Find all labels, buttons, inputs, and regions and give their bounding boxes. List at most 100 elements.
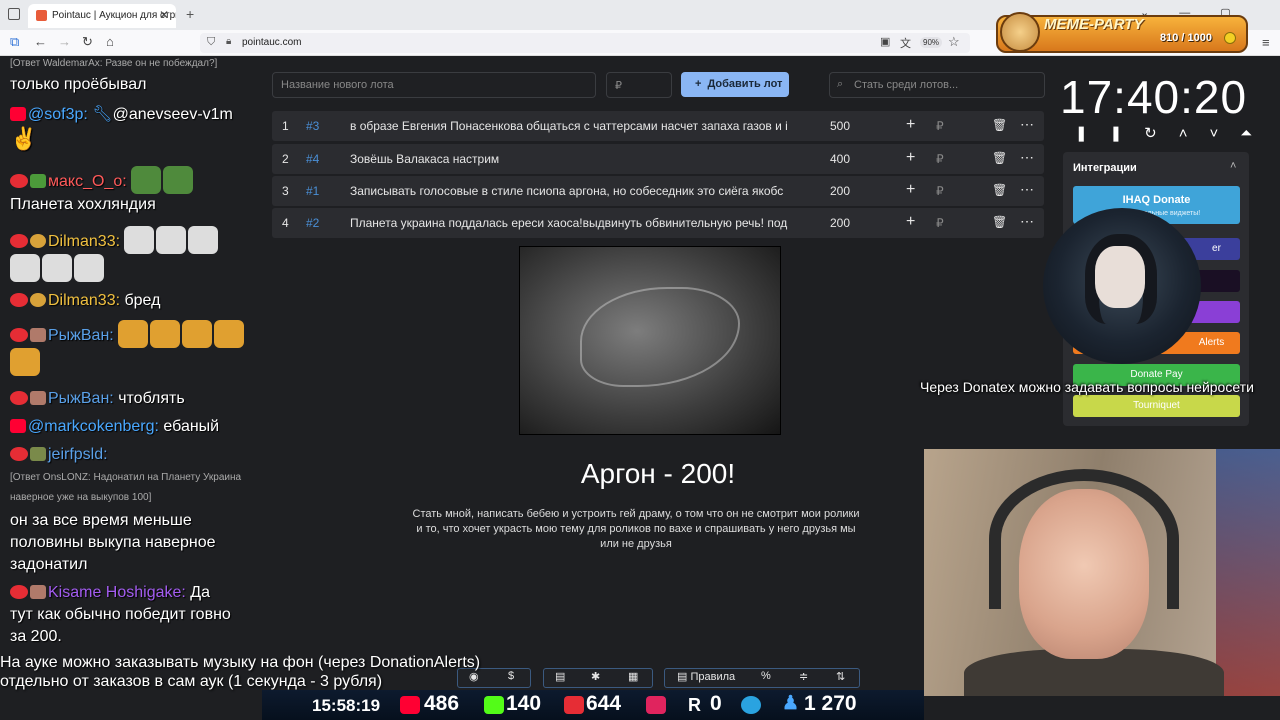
tiger-emote (150, 320, 181, 348)
chat-message: @sof3p: 🔧︎@anevseev-v1m (10, 104, 233, 124)
chat-username: Dilman33: (48, 292, 121, 309)
add-lot-button[interactable]: + Добавить лот (681, 72, 789, 97)
timer-controls[interactable]: ❚❚↻˄˅⏶ (1075, 124, 1274, 142)
lot-amount[interactable]: 500 (830, 119, 850, 133)
search-input[interactable]: ⌕ Стать среди лотов... (829, 72, 1045, 98)
webcam-feed (924, 449, 1280, 696)
dollar-icon[interactable]: $ (508, 670, 514, 682)
pepe-emote (163, 166, 194, 194)
more-icon[interactable]: ⋯ (1020, 149, 1034, 166)
music-notice-line: На ауке можно заказывать музыку на фон (… (0, 654, 481, 671)
vk-live-icon (564, 696, 584, 714)
trash-icon[interactable]: 🗑︎ (992, 151, 1007, 165)
split-icon[interactable]: ≑ (799, 670, 808, 683)
lot-amount[interactable]: 400 (830, 152, 850, 166)
trash-icon[interactable]: 🗑︎ (992, 118, 1007, 132)
more-icon[interactable]: ⋯ (1020, 181, 1034, 198)
lot-name[interactable]: Записывать голосовые в стиле псиопа арго… (350, 184, 802, 198)
youtube-icon (400, 696, 420, 714)
add-amount-icon[interactable]: + (906, 213, 915, 231)
face-emote (156, 226, 187, 254)
wrench-icon: 🔧︎ (92, 106, 113, 123)
more-icon[interactable]: ⋯ (1020, 213, 1034, 230)
tiger-emote (214, 320, 245, 348)
lot-row[interactable]: 4 #2 Планета украина поддалась ереси хао… (272, 208, 1044, 238)
tourniquet-button[interactable]: Tourniquet (1073, 395, 1240, 417)
add-amount-icon[interactable]: + (906, 116, 915, 134)
url-field[interactable]: pointauc.com (200, 33, 970, 53)
lot-amount-input[interactable]: ₽ (606, 72, 672, 98)
reload-icon[interactable]: ↻ (82, 34, 93, 50)
chat-message: Dilman33: (10, 226, 220, 254)
add-lot-label: Добавить лот (707, 78, 783, 90)
rules-button[interactable]: ▤ Правила (677, 670, 735, 683)
auction-timer: 17:40:20 (1060, 71, 1248, 123)
save-icon[interactable]: ▤ (555, 670, 565, 683)
lot-name[interactable]: Планета украина поддалась ереси хаоса!вы… (350, 216, 802, 230)
lot-amount[interactable]: 200 (830, 216, 850, 230)
live-badge-icon (10, 391, 28, 405)
lot-row[interactable]: 3 #1 Записывать голосовые в стиле псиопа… (272, 176, 1044, 206)
add-amount-icon[interactable]: + (906, 149, 915, 167)
face-emote (10, 254, 40, 282)
chat-text: чтоблять (118, 390, 185, 407)
shield-icon[interactable]: ⛉ (207, 36, 215, 49)
forward-icon[interactable]: → (58, 34, 71, 49)
lot-row[interactable]: 1 #3 в образе Евгения Понасенкова общать… (272, 111, 1044, 141)
lot-id: #3 (306, 119, 320, 133)
reader-icon[interactable]: ▣ (880, 35, 890, 48)
bug-icon[interactable]: ✱ (591, 670, 600, 683)
new-lot-input[interactable]: Название нового лота (272, 72, 596, 98)
menu-icon[interactable]: ≡ (1262, 35, 1270, 50)
chat-text: @anevseev-v1m (112, 106, 233, 123)
bookmark-star-icon[interactable]: ☆ (948, 34, 960, 50)
youtube-badge-icon (10, 419, 26, 433)
chat-username: Kisame Hoshigake: (48, 584, 186, 601)
trash-icon[interactable]: 🗑︎ (992, 215, 1007, 229)
currency-icon: ₽ (936, 184, 944, 198)
search-icon: ⌕ (837, 78, 844, 90)
lot-amount[interactable]: 200 (830, 184, 850, 198)
winner-description: Стать мной, написать бебею и устроить ге… (412, 508, 860, 550)
live-badge-icon (10, 585, 28, 599)
double-chevron-up-icon[interactable]: ⏶ (1240, 125, 1274, 142)
live-badge-icon (10, 328, 28, 342)
home-icon[interactable]: ⌂ (106, 34, 114, 49)
winner-video[interactable] (519, 246, 781, 435)
lot-id: #1 (306, 184, 320, 198)
browser-tab[interactable]: Pointauc | Аукцион для стриме ✕ (28, 4, 176, 28)
lock-icon: 🔒︎ (226, 36, 232, 47)
chat-reply: наверное уже на выкупов 100] (10, 492, 152, 503)
chat-message: половины выкупа наверное (10, 534, 216, 551)
chat-message: РыжВан: чтоблять (10, 390, 185, 408)
clear-icon[interactable]: ▦ (628, 670, 638, 683)
percent-icon[interactable]: % (761, 670, 771, 682)
tiger-emote (10, 348, 40, 376)
new-tab-icon[interactable]: + (186, 6, 194, 22)
tab-list-icon[interactable] (8, 8, 20, 20)
translate-icon[interactable]: 文 (900, 35, 911, 51)
chevron-down-icon[interactable]: ˅ (1209, 125, 1240, 142)
more-icon[interactable]: ⋯ (1020, 116, 1034, 133)
close-tab-icon[interactable]: ✕ (159, 8, 169, 22)
collapse-icon[interactable]: ˄ (1230, 160, 1236, 172)
lot-name[interactable]: в образе Евгения Понасенкова общаться с … (350, 119, 802, 133)
chat-message: макс_O_o: (10, 166, 195, 194)
zoom-level[interactable]: 90% (920, 37, 943, 48)
chat-text: ебаный (163, 418, 220, 435)
pause-icon[interactable]: ❚❚ (1075, 125, 1144, 142)
badge-icon (30, 293, 46, 307)
sort-icon[interactable]: ⇅ (836, 670, 845, 683)
trash-icon[interactable]: 🗑︎ (992, 183, 1007, 197)
kick-icon (484, 696, 504, 714)
face-emote (42, 254, 72, 282)
vtuber-avatar (1043, 208, 1201, 364)
sidebar-icon[interactable]: ⧉ (10, 34, 19, 50)
reset-icon[interactable]: ↻ (1144, 125, 1179, 142)
chevron-up-icon[interactable]: ˄ (1179, 125, 1210, 142)
back-icon[interactable]: ← (34, 34, 47, 49)
chat-emote-line (10, 348, 42, 376)
add-amount-icon[interactable]: + (906, 181, 915, 199)
lot-name[interactable]: Зовёшь Валакаса настрим (350, 152, 802, 166)
lot-row[interactable]: 2 #4 Зовёшь Валакаса настрим 400 + ₽ 🗑︎ … (272, 144, 1044, 174)
